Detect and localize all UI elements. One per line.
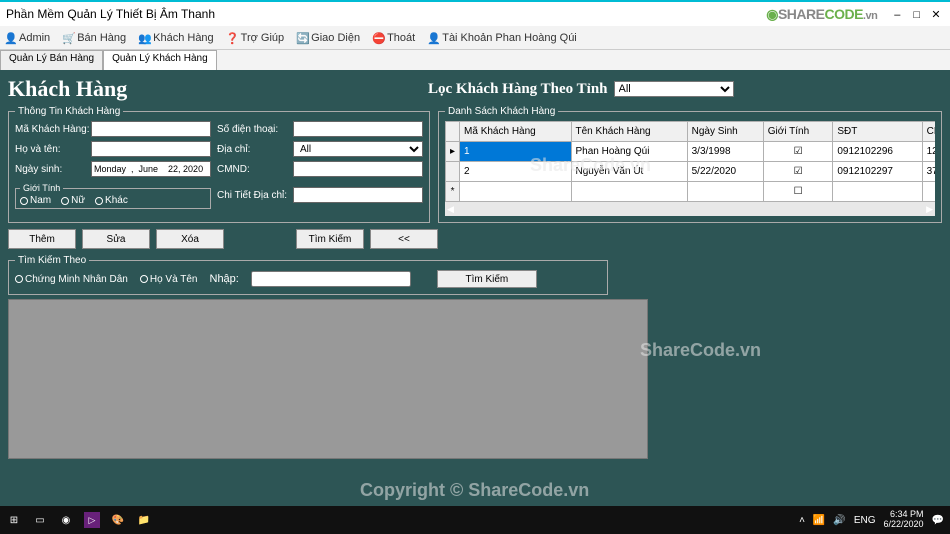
menu-thoat[interactable]: ⛔Thoát xyxy=(372,32,415,44)
customer-list-legend: Danh Sách Khách Hàng xyxy=(445,106,558,117)
radio-nam[interactable]: Nam xyxy=(20,195,51,206)
taskview-icon[interactable]: ▭ xyxy=(32,512,48,528)
table-row[interactable]: ▸ 1 Phan Hoàng Qúi 3/3/1998 ☑ 0912102296… xyxy=(446,142,936,162)
chitiet-label: Chi Tiết Địa chỉ: xyxy=(217,190,287,201)
datagrid[interactable]: Mã Khách Hàng Tên Khách Hàng Ngày Sinh G… xyxy=(445,121,935,216)
hoten-label: Họ và tên: xyxy=(15,144,85,155)
province-filter[interactable]: All xyxy=(614,81,734,97)
theme-icon: 🔄 xyxy=(296,32,308,44)
search-result-grid[interactable] xyxy=(8,299,648,459)
maximize-button[interactable]: □ xyxy=(909,9,925,21)
tray-up-icon[interactable]: ˄ xyxy=(799,515,805,526)
tab-khachhang[interactable]: Quản Lý Khách Hàng xyxy=(103,50,217,70)
gender-group: Giới Tính Nam Nữ Khác xyxy=(15,183,211,209)
table-row[interactable]: 2 Nguyễn Văn Út 5/22/2020 ☑ 0912102297 3… xyxy=(446,162,936,182)
search-legend: Tìm Kiếm Theo xyxy=(15,255,89,266)
sdt-input[interactable] xyxy=(293,121,423,137)
chrome-icon[interactable]: ◉ xyxy=(58,512,74,528)
clock[interactable]: 6:34 PM 6/22/2020 xyxy=(884,510,924,530)
diachi-label: Địa chỉ: xyxy=(217,144,287,155)
add-button[interactable]: Thêm xyxy=(8,229,76,249)
col-ma[interactable]: Mã Khách Hàng xyxy=(460,122,571,142)
radio-nu[interactable]: Nữ xyxy=(61,195,85,206)
menu-khachhang[interactable]: 👥Khách Hàng xyxy=(138,32,214,44)
users-icon: 👥 xyxy=(138,32,150,44)
tab-banhang[interactable]: Quản Lý Bán Hàng xyxy=(0,50,103,70)
horizontal-scrollbar[interactable]: ◀▶ xyxy=(445,202,935,216)
sdt-label: Số điện thoại: xyxy=(217,124,287,135)
window-controls: – □ ✕ xyxy=(889,7,944,21)
account-icon: 👤 xyxy=(427,32,439,44)
menu-trogiup[interactable]: ❓Trợ Giúp xyxy=(226,32,284,44)
cmnd-label: CMND: xyxy=(217,164,287,175)
diachi-select[interactable]: All xyxy=(293,141,423,157)
search-submit-button[interactable]: Tìm Kiếm xyxy=(437,270,537,288)
main-panel: Khách Hàng Lọc Khách Hàng Theo Tỉnh All … xyxy=(0,70,950,515)
col-sdt[interactable]: SĐT xyxy=(833,122,922,142)
customer-info-group: Thông Tin Khách Hàng Mã Khách Hàng: Số đ… xyxy=(8,106,430,223)
sound-icon[interactable]: 🔊 xyxy=(833,515,845,526)
explorer-icon[interactable]: 📁 xyxy=(136,512,152,528)
menu-taikhoan[interactable]: 👤Tài Khoản Phan Hoàng Qúi xyxy=(427,32,577,44)
menu-admin[interactable]: 👤Admin xyxy=(4,32,50,44)
page-title: Khách Hàng xyxy=(8,76,428,102)
menu-giaodien[interactable]: 🔄Giao Diện xyxy=(296,32,360,44)
table-row-new[interactable]: * ☐ xyxy=(446,182,936,202)
search-input[interactable] xyxy=(251,271,411,287)
exit-icon: ⛔ xyxy=(372,32,384,44)
edit-button[interactable]: Sửa xyxy=(82,229,150,249)
gender-legend: Giới Tính xyxy=(20,183,63,193)
col-ten[interactable]: Tên Khách Hàng xyxy=(571,122,687,142)
customer-info-legend: Thông Tin Khách Hàng xyxy=(15,106,123,117)
sharecode-logo: ◉SHARECODE.vn xyxy=(766,6,877,23)
action-bar: Thêm Sửa Xóa Tìm Kiếm << xyxy=(8,229,942,249)
col-gioitinh[interactable]: Giới Tính xyxy=(763,122,833,142)
lang-indicator[interactable]: ENG xyxy=(854,515,876,526)
vs-icon[interactable]: ▷ xyxy=(84,512,100,528)
notification-icon[interactable]: 💬 xyxy=(932,515,944,526)
ma-label: Mã Khách Hàng: xyxy=(15,124,85,135)
paint-icon[interactable]: 🎨 xyxy=(110,512,126,528)
radio-hoten[interactable]: Họ Và Tên xyxy=(140,274,198,285)
window-title: Phần Mềm Quản Lý Thiết Bị Âm Thanh xyxy=(6,7,766,21)
col-ngaysinh[interactable]: Ngày Sinh xyxy=(687,122,763,142)
search-group: Tìm Kiếm Theo Chứng Minh Nhân Dân Họ Và … xyxy=(8,255,608,295)
customer-list-group: Danh Sách Khách Hàng Mã Khách Hàng Tên K… xyxy=(438,106,942,223)
back-button[interactable]: << xyxy=(370,229,438,249)
radio-khac[interactable]: Khác xyxy=(95,195,128,206)
user-icon: 👤 xyxy=(4,32,16,44)
help-icon: ❓ xyxy=(226,32,238,44)
start-icon[interactable]: ⊞ xyxy=(6,512,22,528)
taskbar: ⊞ ▭ ◉ ▷ 🎨 📁 ˄ 📶 🔊 ENG 6:34 PM 6/22/2020 … xyxy=(0,506,950,534)
cmnd-input[interactable] xyxy=(293,161,423,177)
hoten-input[interactable] xyxy=(91,141,211,157)
chitiet-input[interactable] xyxy=(293,187,423,203)
col-cmnd[interactable]: CMND xyxy=(922,122,935,142)
search-button[interactable]: Tìm Kiếm xyxy=(296,229,364,249)
radio-cmnd[interactable]: Chứng Minh Nhân Dân xyxy=(15,274,128,285)
filter-label: Lọc Khách Hàng Theo Tỉnh xyxy=(428,81,608,98)
ngaysinh-picker[interactable] xyxy=(91,161,211,177)
titlebar: Phần Mềm Quản Lý Thiết Bị Âm Thanh ◉SHAR… xyxy=(0,0,950,26)
nhap-label: Nhập: xyxy=(210,273,239,285)
tab-strip: Quản Lý Bán Hàng Quản Lý Khách Hàng xyxy=(0,50,950,70)
minimize-button[interactable]: – xyxy=(889,9,905,21)
cart-icon: 🛒 xyxy=(62,32,74,44)
menubar: 👤Admin 🛒Bán Hàng 👥Khách Hàng ❓Trợ Giúp 🔄… xyxy=(0,26,950,50)
ma-input[interactable] xyxy=(91,121,211,137)
menu-banhang[interactable]: 🛒Bán Hàng xyxy=(62,32,126,44)
close-button[interactable]: ✕ xyxy=(928,8,944,21)
delete-button[interactable]: Xóa xyxy=(156,229,224,249)
ngaysinh-label: Ngày sinh: xyxy=(15,164,85,175)
wifi-icon[interactable]: 📶 xyxy=(813,515,825,526)
